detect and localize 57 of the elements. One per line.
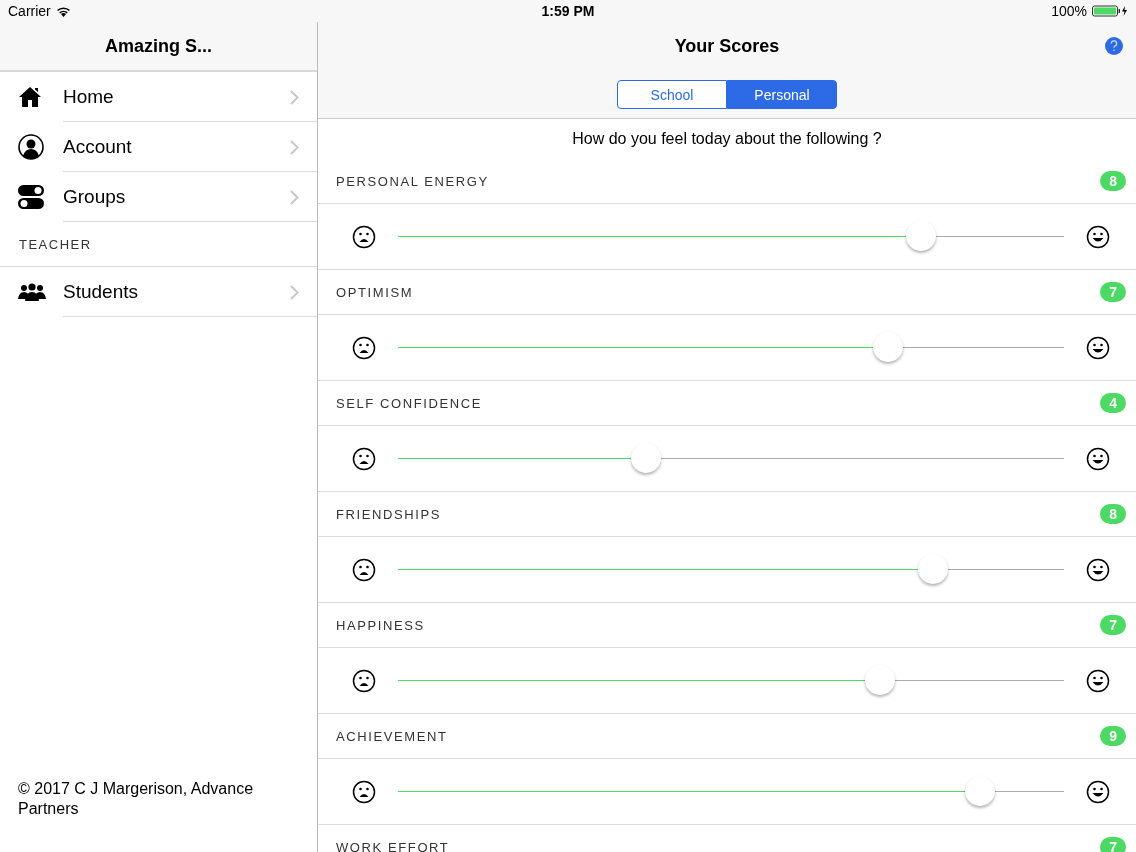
people-icon bbox=[18, 283, 46, 301]
happy-face-icon bbox=[1086, 446, 1110, 471]
sad-face-icon bbox=[352, 446, 376, 471]
carrier-label: Carrier bbox=[8, 3, 51, 19]
happy-face-icon bbox=[1086, 557, 1110, 582]
house-icon bbox=[18, 86, 42, 108]
sad-face-icon bbox=[352, 224, 376, 249]
score-label: SELF CONFIDENCE bbox=[336, 395, 483, 411]
status-time: 1:59 PM bbox=[541, 3, 595, 19]
slider-thumb[interactable] bbox=[873, 331, 904, 362]
help-icon[interactable] bbox=[1104, 36, 1124, 56]
section-header: TEACHER bbox=[19, 236, 92, 252]
toggle-icon bbox=[18, 184, 44, 210]
battery-charging-icon bbox=[1092, 5, 1128, 17]
page-title: Your Scores bbox=[674, 35, 780, 57]
score-label: FRIENDSHIPS bbox=[336, 506, 441, 522]
menu-item[interactable]: Account bbox=[0, 122, 317, 172]
slider-thumb[interactable] bbox=[864, 664, 895, 695]
happy-face-icon bbox=[1086, 224, 1110, 249]
wifi-icon bbox=[55, 5, 71, 17]
happy-face-icon bbox=[1086, 668, 1110, 693]
question-text: How do you feel today about the following ? bbox=[572, 130, 882, 148]
sad-face-icon bbox=[352, 779, 376, 804]
segment-tab[interactable]: Personal bbox=[727, 80, 837, 109]
score-label: OPTIMISM bbox=[336, 284, 414, 300]
chevron-icon bbox=[290, 189, 299, 205]
score-badge: 8 bbox=[1100, 171, 1126, 191]
sad-face-icon bbox=[352, 557, 376, 582]
sad-face-icon bbox=[352, 335, 376, 360]
score-badge: 4 bbox=[1100, 393, 1126, 413]
score-label: HAPPINESS bbox=[336, 617, 425, 633]
score-badge: 7 bbox=[1100, 282, 1126, 302]
slider-thumb[interactable] bbox=[631, 442, 662, 473]
menu-item[interactable]: Students bbox=[0, 267, 317, 317]
sad-face-icon bbox=[352, 668, 376, 693]
score-badge: 7 bbox=[1100, 615, 1126, 635]
chevron-icon bbox=[290, 284, 299, 300]
chevron-icon bbox=[290, 139, 299, 155]
slider-thumb[interactable] bbox=[965, 775, 996, 806]
score-label: ACHIEVEMENT bbox=[336, 728, 448, 744]
score-badge: 8 bbox=[1100, 504, 1126, 524]
score-badge: 9 bbox=[1100, 726, 1126, 746]
happy-face-icon bbox=[1086, 779, 1110, 804]
menu-item[interactable]: Groups bbox=[0, 172, 317, 222]
score-badge: 7 bbox=[1100, 837, 1126, 852]
slider-thumb[interactable] bbox=[906, 220, 937, 251]
menu-item[interactable]: Home bbox=[0, 72, 317, 122]
segment-tab[interactable]: School bbox=[617, 80, 727, 109]
slider-thumb[interactable] bbox=[918, 553, 949, 584]
chevron-icon bbox=[290, 89, 299, 105]
score-label: PERSONAL ENERGY bbox=[336, 173, 489, 189]
battery-percentage: 100% bbox=[1051, 3, 1087, 19]
happy-face-icon bbox=[1086, 335, 1110, 360]
sidebar-title: Amazing S... bbox=[105, 35, 212, 57]
score-label: WORK EFFORT bbox=[336, 839, 450, 852]
copyright-text: © 2017 C J Margerison, Advance Partners bbox=[17, 779, 255, 819]
user-icon bbox=[18, 134, 44, 160]
